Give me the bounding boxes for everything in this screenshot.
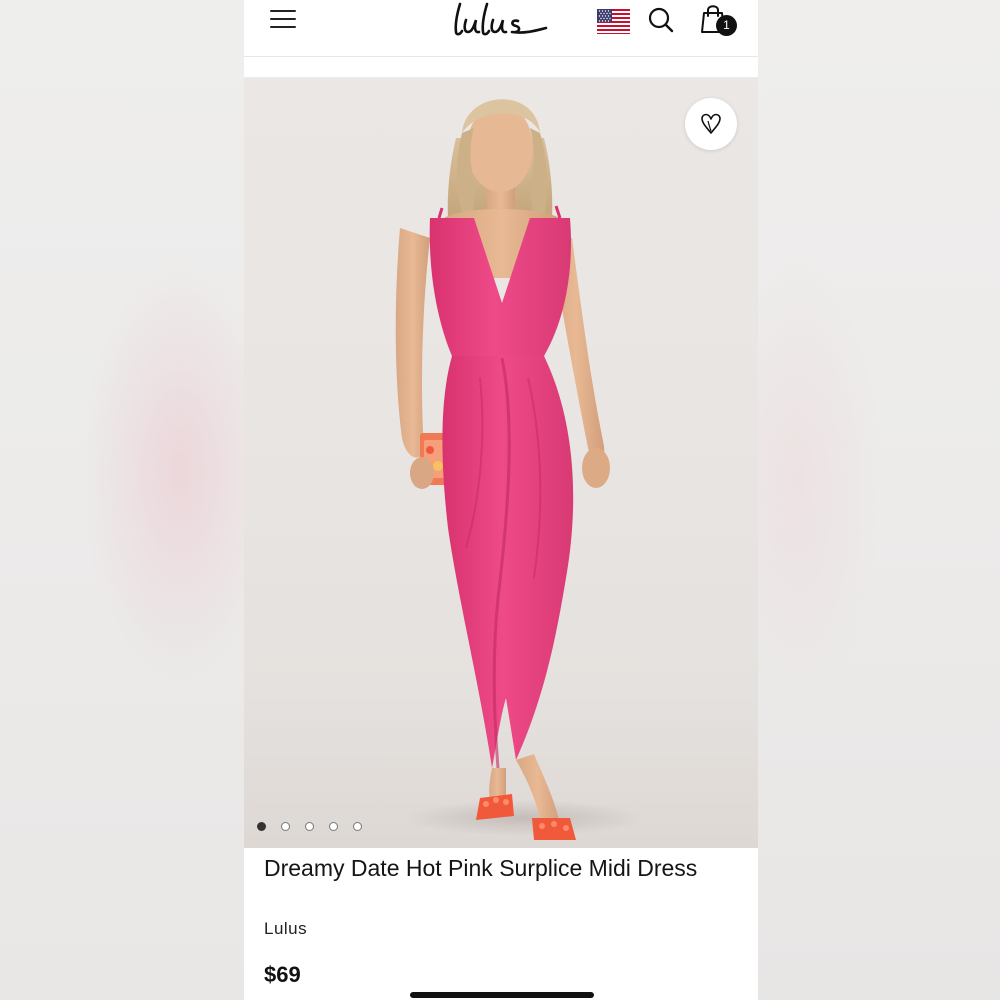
wishlist-button[interactable]	[685, 98, 737, 150]
search-icon	[648, 7, 674, 33]
hamburger-menu-icon	[270, 10, 296, 12]
menu-button[interactable]	[270, 8, 296, 30]
product-price: $69	[264, 962, 301, 987]
background-left	[0, 0, 244, 1000]
hamburger-line	[270, 18, 296, 20]
pagination-dot-3[interactable]	[305, 822, 314, 831]
cart-count-badge: 1	[716, 15, 737, 36]
search-button[interactable]	[647, 4, 675, 34]
brand-logo[interactable]	[450, 0, 550, 40]
product-brand[interactable]: Lulus	[264, 919, 307, 939]
us-flag-icon	[597, 9, 630, 34]
pagination-dot-5[interactable]	[353, 822, 362, 831]
product-image[interactable]	[244, 78, 758, 848]
country-selector[interactable]	[597, 9, 630, 34]
heart-icon	[701, 113, 721, 134]
cart-button[interactable]: 1	[701, 2, 739, 38]
lulus-logo-mark	[454, 2, 548, 36]
pagination-dot-4[interactable]	[329, 822, 338, 831]
home-indicator[interactable]	[410, 992, 594, 998]
phone-screen: 1 Dreamy Date Hot Pink Surplice Midi Dre…	[244, 0, 758, 1000]
hamburger-line	[270, 26, 296, 28]
header-subbar	[244, 57, 758, 78]
pagination-dot-2[interactable]	[281, 822, 290, 831]
product-photo	[395, 99, 644, 840]
pagination-dot-1[interactable]	[257, 822, 266, 831]
background-right	[758, 0, 1000, 1000]
site-header: 1	[244, 0, 758, 57]
product-title: Dreamy Date Hot Pink Surplice Midi Dress	[264, 855, 698, 881]
image-pagination	[257, 822, 377, 834]
